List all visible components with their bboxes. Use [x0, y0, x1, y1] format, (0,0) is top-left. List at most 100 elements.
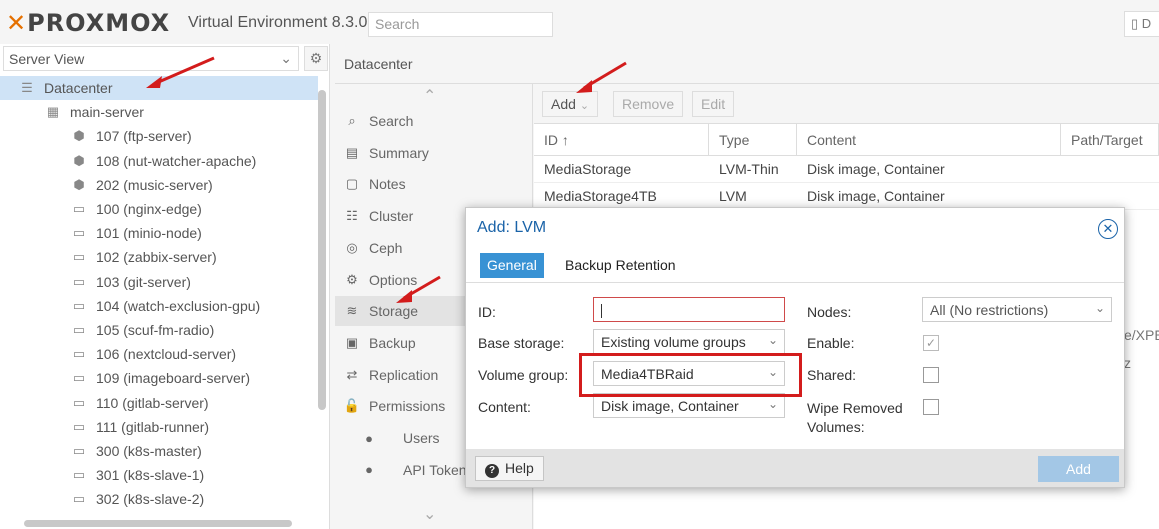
question-icon: ? [485, 464, 499, 478]
menu-item-label: Summary [369, 144, 429, 161]
tree-item[interactable]: ▭ 100 (nginx-edge) [0, 197, 318, 221]
tree-item-label: 108 (nut-watcher-apache) [96, 152, 257, 169]
tab-general[interactable]: General [480, 253, 544, 278]
column-header-id[interactable]: ID ↑ [534, 124, 709, 155]
column-header-content[interactable]: Content [797, 124, 1061, 155]
tree-item-label: 302 (k8s-slave-2) [96, 491, 205, 508]
grid-cell-path: z [1124, 355, 1131, 371]
vm-running-icon: ▭ [72, 394, 86, 410]
resource-tree: ☰ Datacenter ▦ main-server ⬢ 107 (ftp-server)… [0, 76, 318, 511]
chevron-down-icon: ⌄ [280, 50, 292, 66]
enable-label: Enable: [807, 335, 855, 351]
tree-item[interactable]: ▭ 110 (gitlab-server) [0, 390, 318, 414]
gear-icon: ⚙ [346, 271, 358, 287]
floppy-icon: ▣ [345, 334, 359, 350]
annotation-arrow [146, 56, 215, 88]
tree-item[interactable]: ▭ 103 (git-server) [0, 270, 318, 294]
tree-item-label: 110 (gitlab-server) [96, 394, 209, 411]
product-version: Virtual Environment 8.3.0 [188, 14, 368, 31]
tree-item-label: 103 (git-server) [96, 273, 191, 290]
resource-tree-panel: Server View ⌄ ⚙ ☰ Datacenter ▦ main-server ⬢… [0, 44, 330, 529]
volume-group-label: Volume group: [478, 367, 569, 383]
vm-running-icon: ▭ [72, 273, 86, 289]
tree-item[interactable]: ▭ 109 (imageboard-server) [0, 366, 318, 390]
book-icon: ▯ [1131, 16, 1139, 31]
documentation-button[interactable]: ▯ D [1124, 11, 1159, 37]
tree-item[interactable]: ▭ 302 (k8s-slave-2) [0, 487, 318, 511]
gear-icon: ⚙ [309, 50, 323, 66]
table-row[interactable]: MediaStorage LVM-Thin Disk image, Contai… [534, 156, 1159, 183]
vm-running-icon: ▭ [72, 225, 86, 241]
breadcrumb: Datacenter [335, 44, 1159, 84]
tree-item[interactable]: ▦ main-server [0, 100, 318, 124]
ceph-icon: ◎ [346, 239, 358, 255]
wipe-removed-volumes-checkbox[interactable] [923, 399, 939, 415]
tree-item-label: 102 (zabbix-server) [96, 249, 217, 266]
id-input[interactable] [593, 297, 785, 322]
scroll-up-icon[interactable]: ⌃ [423, 86, 436, 106]
text-cursor [601, 304, 602, 319]
tree-item[interactable]: ▭ 104 (watch-exclusion-gpu) [0, 294, 318, 318]
tree-vertical-scrollbar[interactable] [318, 90, 326, 410]
tree-item[interactable]: ▭ 301 (k8s-slave-1) [0, 463, 318, 487]
chevron-down-icon: ⌄ [767, 397, 778, 411]
table-row[interactable]: MediaStorage4TB LVM Disk image, Containe… [534, 183, 1159, 210]
shared-checkbox[interactable] [923, 367, 939, 383]
tree-item-label: 104 (watch-exclusion-gpu) [96, 297, 261, 314]
tree-item[interactable]: ⬢ 202 (music-server) [0, 173, 318, 197]
unlock-icon: 🔓 [343, 398, 361, 414]
grid-cell-path: e/XPE [1124, 327, 1159, 343]
tree-item-label: 111 (gitlab-runner) [96, 418, 210, 435]
dialog-add-button[interactable]: Add [1038, 456, 1119, 482]
edit-button[interactable]: Edit [692, 91, 735, 117]
menu-item-label: Cluster [369, 208, 414, 225]
global-search-input[interactable]: Search [368, 12, 553, 37]
tree-item-label: 107 (ftp-server) [96, 128, 192, 145]
server-stack-icon: ☰ [21, 80, 33, 96]
vm-running-icon: ▭ [72, 249, 86, 265]
tree-item[interactable]: ▭ 106 (nextcloud-server) [0, 342, 318, 366]
help-button[interactable]: ? Help [475, 456, 544, 481]
tree-horizontal-scrollbar[interactable] [24, 520, 292, 527]
vm-running-icon: ▭ [72, 321, 86, 337]
column-header-path[interactable]: Path/Target [1061, 124, 1159, 155]
vm-running-icon: ▭ [72, 201, 86, 217]
menu-item-summary[interactable]: ▤ Summary [335, 138, 533, 168]
tree-item-label: 105 (scuf-fm-radio) [96, 321, 215, 338]
vm-running-icon: ▭ [72, 491, 86, 507]
tree-item[interactable]: ▭ 102 (zabbix-server) [0, 245, 318, 269]
tree-item[interactable]: ▭ 105 (scuf-fm-radio) [0, 318, 318, 342]
container-running-icon: ⬢ [73, 128, 85, 144]
menu-item-label: Ceph [369, 239, 403, 256]
shared-label: Shared: [807, 367, 857, 383]
tree-item[interactable]: ▭ 101 (minio-node) [0, 221, 318, 245]
close-icon[interactable]: ✕ [1098, 219, 1118, 239]
tree-item-label: Datacenter [44, 80, 113, 97]
scroll-down-icon[interactable]: ⌄ [423, 504, 436, 524]
tree-item-label: 300 (k8s-master) [96, 442, 202, 459]
menu-item-label: Replication [369, 366, 439, 383]
menu-item-notes[interactable]: ▢ Notes [335, 169, 533, 199]
vm-running-icon: ▭ [72, 370, 86, 386]
dialog-tabs: General Backup Retention [466, 245, 1124, 283]
tree-settings-button[interactable]: ⚙ [304, 46, 328, 71]
dialog-title: Add: LVM [477, 219, 547, 236]
tree-item[interactable]: ⬢ 108 (nut-watcher-apache) [0, 149, 318, 173]
retweet-icon: ⇄ [346, 366, 358, 382]
base-storage-select[interactable]: Existing volume groups ⌄ [593, 329, 785, 354]
menu-item-search[interactable]: ⌕ Search [335, 106, 533, 136]
container-running-icon: ⬢ [73, 152, 85, 168]
menu-item-label: API Tokens [403, 461, 474, 478]
tree-item[interactable]: ▭ 300 (k8s-master) [0, 439, 318, 463]
enable-checkbox[interactable]: ✓ [923, 335, 939, 351]
tree-item[interactable]: ⬢ 107 (ftp-server) [0, 124, 318, 148]
chevron-down-icon: ⌄ [1094, 301, 1105, 315]
tree-item-label: 100 (nginx-edge) [96, 201, 202, 218]
tree-item-label: 106 (nextcloud-server) [96, 346, 237, 363]
nodes-select[interactable]: All (No restrictions) ⌄ [922, 297, 1112, 322]
tree-item[interactable]: ▭ 111 (gitlab-runner) [0, 415, 318, 439]
tab-backup-retention[interactable]: Backup Retention [558, 253, 683, 278]
base-storage-label: Base storage: [478, 335, 565, 351]
user-icon: ● [365, 430, 373, 446]
column-header-type[interactable]: Type [709, 124, 797, 155]
